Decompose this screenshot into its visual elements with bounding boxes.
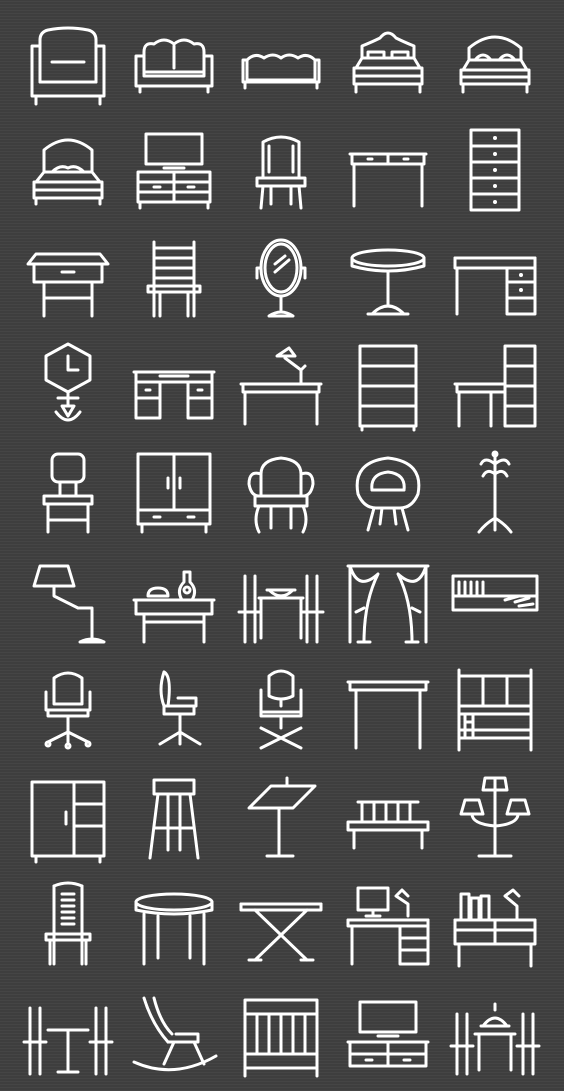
tv-stand-icon bbox=[124, 120, 224, 220]
dressing-mirror-icon bbox=[231, 228, 331, 328]
dining-chair-icon bbox=[231, 120, 331, 220]
round-side-table-icon bbox=[124, 876, 224, 976]
high-back-chair-icon bbox=[18, 876, 118, 976]
desk-with-lamp-icon bbox=[231, 336, 331, 436]
egg-chair-icon bbox=[338, 444, 438, 544]
desk-and-shelf-icon bbox=[445, 336, 545, 436]
single-bed-icon bbox=[18, 120, 118, 220]
dining-table-lamp-icon bbox=[445, 984, 545, 1084]
ergonomic-chair-icon bbox=[124, 660, 224, 760]
chest-of-drawers-icon bbox=[445, 120, 545, 220]
chandelier-lamp-icon bbox=[445, 768, 545, 868]
bistro-table-icon bbox=[18, 984, 118, 1084]
floor-lamp-icon bbox=[18, 552, 118, 652]
bench-icon bbox=[338, 768, 438, 868]
sofa-icon bbox=[124, 12, 224, 112]
armchair-icon bbox=[18, 12, 118, 112]
office-chair-icon bbox=[18, 660, 118, 760]
tv-unit-icon bbox=[338, 984, 438, 1084]
bar-stool-icon bbox=[124, 768, 224, 868]
folding-table-icon bbox=[231, 876, 331, 976]
table-with-vase-icon bbox=[124, 552, 224, 652]
wall-clock-icon bbox=[18, 336, 118, 436]
cabinet-icon bbox=[18, 768, 118, 868]
round-table-icon bbox=[338, 228, 438, 328]
workstation-icon bbox=[338, 876, 438, 976]
crib-icon bbox=[231, 984, 331, 1084]
writing-desk-icon bbox=[18, 228, 118, 328]
computer-desk-icon bbox=[124, 336, 224, 436]
console-table-icon bbox=[338, 120, 438, 220]
bookshelf-icon bbox=[338, 336, 438, 436]
drafting-table-icon bbox=[231, 768, 331, 868]
office-desk-icon bbox=[445, 228, 545, 328]
bunk-bed-icon bbox=[445, 660, 545, 760]
rocking-chair-icon bbox=[124, 984, 224, 1084]
double-bed-icon bbox=[338, 12, 438, 112]
coat-rack-icon bbox=[445, 444, 545, 544]
couch-icon bbox=[231, 12, 331, 112]
simple-table-icon bbox=[338, 660, 438, 760]
curtains-icon bbox=[338, 552, 438, 652]
ladder-back-chair-icon bbox=[124, 228, 224, 328]
side-chair-icon bbox=[18, 444, 118, 544]
double-bed-alt-icon bbox=[445, 12, 545, 112]
icon-grid bbox=[0, 0, 564, 1091]
study-desk-icon bbox=[445, 876, 545, 976]
dining-set-icon bbox=[231, 552, 331, 652]
wall-shelf-icon bbox=[445, 552, 545, 652]
wingback-chair-icon bbox=[231, 444, 331, 544]
wardrobe-icon bbox=[124, 444, 224, 544]
swivel-chair-icon bbox=[231, 660, 331, 760]
